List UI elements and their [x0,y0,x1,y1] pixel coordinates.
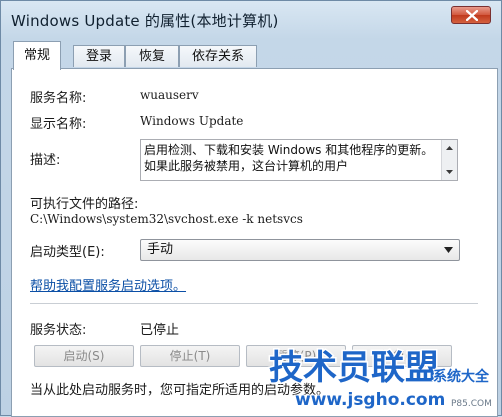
chevron-down-icon [444,247,453,253]
display-name-value: Windows Update [140,114,244,128]
startup-type-selected: 手动 [147,242,174,257]
executable-path-value: C:\Windows\system32\svchost.exe -k netsv… [30,212,303,226]
close-icon [466,10,478,21]
close-button[interactable] [451,6,491,24]
scroll-down-icon[interactable] [443,168,456,177]
tab-recovery[interactable]: 恢复 [125,45,179,67]
properties-dialog: Windows Update 的属性(本地计算机) 常规 登录 恢复 依存关系 … [0,0,502,417]
help-configure-link[interactable]: 帮助我配置服务启动选项。 [30,275,186,294]
divider [30,303,478,304]
watermark-logo: 技术员联盟 系统大全 www.jsgho.com P85.COM [268,347,492,412]
tab-general[interactable]: 常规 [13,41,61,70]
tab-logon[interactable]: 登录 [73,45,125,67]
watermark-main-text: 技术员联盟 [269,348,439,388]
description-text: 启用检测、下载和安装 Windows 和其他程序的更新。如果此服务被禁用，这台计… [144,143,434,173]
watermark-side-text: 系统大全 [433,368,490,385]
startup-type-select[interactable]: 手动 [140,239,460,261]
watermark-small-text: P85.COM [451,399,492,409]
display-name-label: 显示名称: [30,117,87,132]
watermark-url-text: www.jsgho.com [295,390,445,410]
service-name-value: wuauserv [140,88,199,102]
executable-path-label: 可执行文件的路径: [30,197,139,212]
window-title: Windows Update 的属性(本地计算机) [11,12,279,30]
description-textbox[interactable]: 启用检测、下载和安装 Windows 和其他程序的更新。如果此服务被禁用，这台计… [140,139,458,181]
description-scrollbar[interactable] [441,140,457,180]
watermark: 技术员联盟 系统大全 www.jsgho.com P85.COM [265,339,495,412]
service-name-label: 服务名称: [30,91,87,106]
tab-dependencies[interactable]: 依存关系 [179,45,257,67]
start-button[interactable]: 启动(S) [34,345,134,367]
stop-button[interactable]: 停止(T) [140,345,240,367]
description-label: 描述: [30,153,61,168]
service-status-label: 服务状态: [30,323,87,338]
service-status-value: 已停止 [140,323,180,338]
startup-type-label: 启动类型(E): [30,245,105,260]
scroll-up-icon[interactable] [443,143,456,152]
